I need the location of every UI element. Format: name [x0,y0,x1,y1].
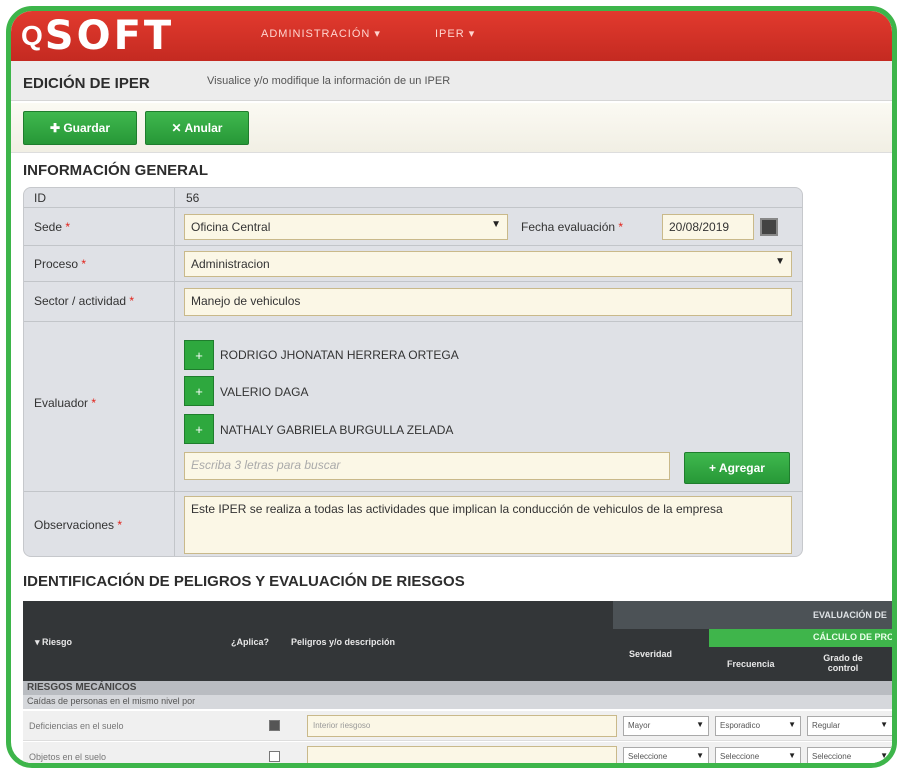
severidad-select[interactable]: Seleccione ▼ [623,747,709,763]
frecuencia-select[interactable]: Esporadico ▼ [715,716,801,736]
chevron-down-icon: ▼ [788,720,796,729]
row-id: ID 56 [24,188,802,208]
section-title-general: INFORMACIÓN GENERAL [23,162,208,179]
chevron-down-icon: ▼ [880,751,888,760]
header-frecuencia: Frecuencia [727,659,775,669]
chevron-down-icon: ▼ [788,751,796,760]
row-observaciones: Observaciones * Este IPER se realiza a t… [24,492,802,556]
logo-text: SOFT [44,13,175,59]
app-logo: Q SOFT [21,13,175,59]
row-sector: Sector / actividad * Manejo de vehiculos [24,282,802,322]
row-sede: Sede * Oficina Central ▼ Fecha evaluación… [24,208,802,246]
evaluator-name-3: NATHALY GABRIELA BURGULLA ZELADA [220,423,454,437]
chevron-down-icon: ▼ [696,720,704,729]
section-title-iper: IDENTIFICACIÓN DE PELIGROS Y EVALUACIÓN … [23,573,465,590]
id-label: ID [34,191,46,205]
sector-input[interactable]: Manejo de vehiculos [184,288,792,316]
page-header: EDICIÓN DE IPER Visualice y/o modifique … [11,61,892,101]
aplica-checkbox[interactable] [269,720,280,731]
evaluator-badge-2[interactable]: + [184,376,214,406]
header-riesgo[interactable]: ▾ Riesgo [35,637,72,648]
chevron-down-icon: ▼ [696,751,704,760]
add-evaluator-button[interactable]: + Agregar [684,452,790,484]
fecha-input[interactable]: 20/08/2019 [662,214,754,240]
observaciones-textarea[interactable]: Este IPER se realiza a todas las activid… [184,496,792,554]
screen-frame: Q SOFT ADMINISTRACIÓN ▾ IPER ▾ EDICIÓN D… [6,6,897,768]
chevron-down-icon: ▼ [775,256,785,267]
grado-select[interactable]: Seleccione ▼ [807,747,892,763]
sede-label: Sede * [34,220,71,234]
general-info-form: ID 56 Sede * Oficina Central ▼ Fecha eval… [23,187,803,557]
proceso-select[interactable]: Administracion ▼ [184,251,792,277]
evaluator-name-1: RODRIGO JHONATAN HERRERA ORTEGA [220,348,459,362]
cancel-button[interactable]: ✕ Anular [145,111,249,145]
chevron-down-icon: ▼ [491,219,501,230]
peligro-input[interactable]: Interior riesgoso [307,715,617,737]
top-navbar: Q SOFT ADMINISTRACIÓN ▾ IPER ▾ [11,11,892,61]
risk-grid: EVALUACIÓN DE CÁLCULO DE PRO ▾ Riesgo ¿A… [23,601,894,763]
page-title: EDICIÓN DE IPER [23,75,150,92]
save-button[interactable]: ✚ Guardar [23,111,137,145]
aplica-checkbox[interactable] [269,751,280,762]
chevron-down-icon: ▼ [880,720,888,729]
observaciones-label: Observaciones * [34,518,123,532]
sector-label: Sector / actividad * [34,294,135,308]
risk-name: Deficiencias en el suelo [29,721,124,731]
risk-subgroup-label: Caídas de personas en el mismo nivel por [23,695,892,709]
header-evaluacion: EVALUACIÓN DE [813,610,887,620]
evaluator-name-2: VALERIO DAGA [220,385,309,399]
risk-group-label: RIESGOS MECÁNICOS [23,681,892,695]
menu-iper[interactable]: IPER ▾ [435,27,475,40]
evaluator-search-input[interactable]: Escriba 3 letras para buscar [184,452,670,480]
proceso-label: Proceso * [34,257,87,271]
calendar-icon[interactable] [760,218,778,236]
grado-select[interactable]: Regular ▼ [807,716,892,736]
grid-header: EVALUACIÓN DE CÁLCULO DE PRO ▾ Riesgo ¿A… [23,601,894,681]
frecuencia-select[interactable]: Seleccione ▼ [715,747,801,763]
header-aplica: ¿Aplica? [231,637,270,647]
sede-select[interactable]: Oficina Central ▼ [184,214,508,240]
table-row: Objetos en el suelo Seleccione ▼ Seleccio… [23,742,892,763]
row-proceso: Proceso * Administracion ▼ [24,246,802,282]
fecha-label: Fecha evaluación * [521,220,624,234]
header-severidad: Severidad [629,649,673,659]
action-toolbar: ✚ Guardar ✕ Anular [11,103,892,153]
header-calculo: CÁLCULO DE PRO [813,632,894,642]
severidad-select[interactable]: Mayor ▼ [623,716,709,736]
logo-mark: Q [21,20,43,51]
header-peligro: Peligros y/o descripción [291,637,396,647]
peligro-input[interactable] [307,746,617,763]
page-subtitle: Visualice y/o modifique la información d… [207,75,451,87]
evaluador-label: Evaluador * [34,396,97,410]
evaluator-badge-3[interactable]: + [184,414,214,444]
risk-name: Objetos en el suelo [29,752,107,762]
evaluator-badge-1[interactable]: + [184,340,214,370]
header-grado: Grado de control [823,653,863,673]
table-row: Deficiencias en el suelo Interior riesgo… [23,711,892,741]
id-value: 56 [186,191,200,205]
menu-administracion[interactable]: ADMINISTRACIÓN ▾ [261,27,381,40]
